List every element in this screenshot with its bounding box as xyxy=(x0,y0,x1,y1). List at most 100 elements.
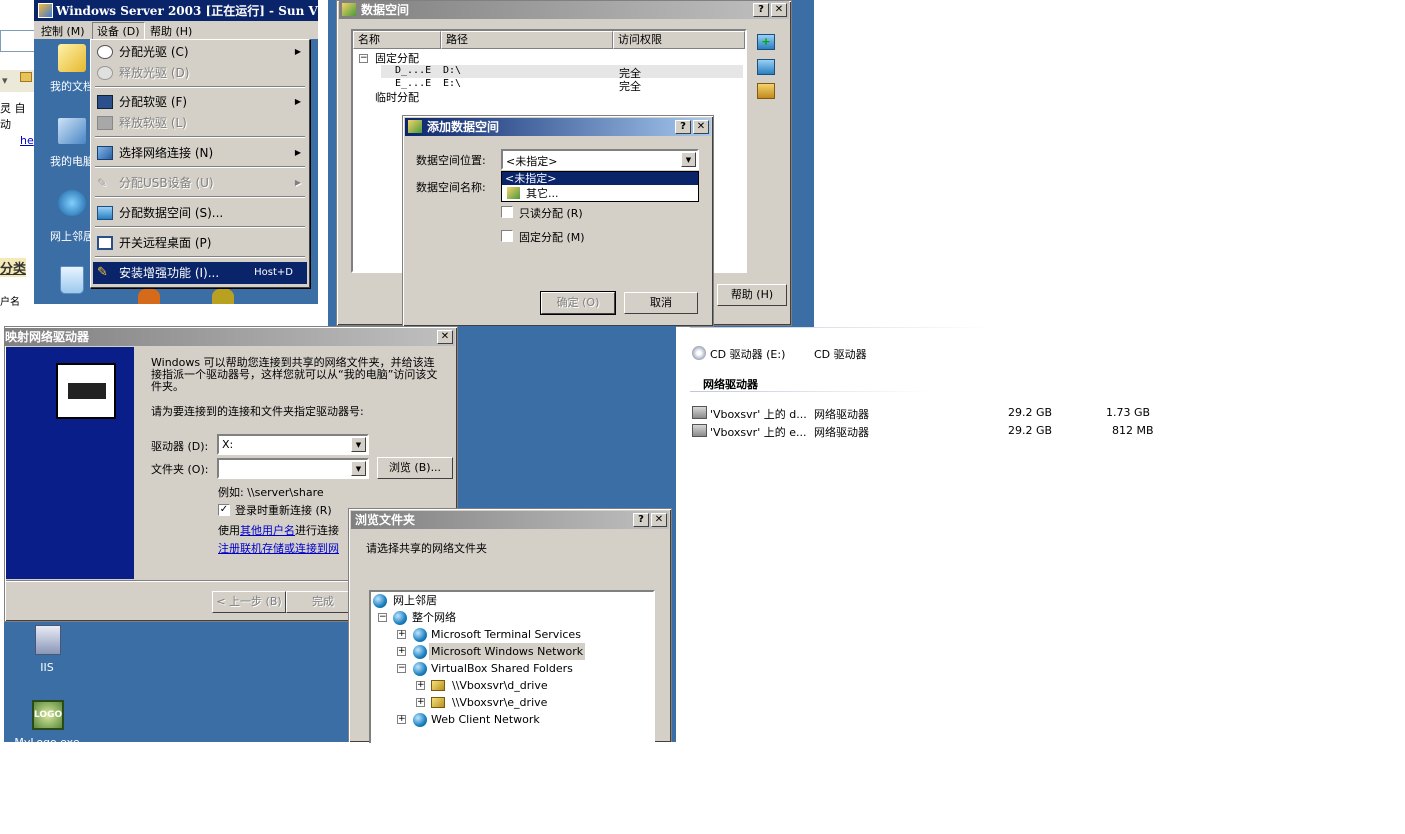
menu-help[interactable]: 帮助 (H) xyxy=(150,23,192,39)
iis-icon[interactable] xyxy=(35,625,61,655)
menu-item-usb[interactable]: ✎ 分配USB设备 (U) ▶ xyxy=(93,172,307,194)
vm-titlebar[interactable]: Windows Server 2003 [正在运行] - Sun V xyxy=(34,0,318,21)
group-fixed: 固定分配 xyxy=(375,52,419,65)
drive-free: 1.73 GB xyxy=(1106,406,1151,419)
menu-item-label: 分配数据空间 (S)... xyxy=(119,206,224,220)
menu-shortcut: Host+D xyxy=(254,267,293,278)
globe-icon xyxy=(413,628,427,642)
menu-item-assign-cd[interactable]: 分配光驱 (C) ▶ xyxy=(93,41,307,63)
use-other-text: 使用其他用户名进行连接 xyxy=(218,522,339,538)
readonly-checkbox[interactable] xyxy=(501,206,513,218)
vm-title: Windows Server 2003 [正在运行] - Sun V xyxy=(56,4,318,18)
drive-type: 网络驱动器 xyxy=(814,426,869,439)
help-button[interactable]: 帮助 (H) xyxy=(717,284,787,306)
folder-combo[interactable]: ▼ xyxy=(217,458,369,479)
tree-item-label: \\Vboxsvr\d_drive xyxy=(452,679,548,692)
menu-devices[interactable]: 设备 (D) xyxy=(92,22,145,40)
collapse-icon[interactable]: − xyxy=(378,613,387,622)
tree-item-label: 网上邻居 xyxy=(393,594,437,607)
browse-button[interactable]: 浏览 (B)... xyxy=(377,457,453,479)
menu-item-network[interactable]: 选择网络连接 (N) ▶ xyxy=(93,142,307,164)
use-other-suffix: 进行连接 xyxy=(295,524,339,537)
expand-icon[interactable]: + xyxy=(416,698,425,707)
example-text: 例如: \\server\share xyxy=(218,486,324,499)
menu-item-shared-folders[interactable]: 分配数据空间 (S)... xyxy=(93,202,307,224)
column-name[interactable]: 名称 xyxy=(353,31,441,49)
map-drive-titlebar[interactable]: 映射网络驱动器 ✕ xyxy=(5,328,455,346)
expand-icon[interactable]: + xyxy=(397,630,406,639)
help-title-button[interactable]: ? xyxy=(753,3,769,17)
folder-tree[interactable]: 网上邻居 − 整个网络 + Microsoft Terminal Service… xyxy=(369,590,655,743)
menu-control[interactable]: 控制 (M) xyxy=(41,23,85,39)
expand-icon[interactable]: + xyxy=(416,681,425,690)
drive-name: CD 驱动器 (E:) xyxy=(710,348,786,361)
expand-icon[interactable]: + xyxy=(397,715,406,724)
close-button[interactable]: ✕ xyxy=(771,3,787,17)
chevron-down-icon[interactable]: ▼ xyxy=(351,461,366,476)
drive-combo[interactable]: X: ▼ xyxy=(217,434,369,455)
menu-item-assign-floppy[interactable]: 分配软驱 (F) ▶ xyxy=(93,91,307,113)
menu-item-release-cd[interactable]: 释放光驱 (D) xyxy=(93,62,307,84)
collapse-icon[interactable]: − xyxy=(359,54,368,63)
drive-total: 29.2 GB xyxy=(1008,424,1053,437)
list-item[interactable]: 'Vboxsvr' 上的 e... 网络驱动器 29.2 GB 812 MB xyxy=(692,423,1192,439)
menu-item-label: 释放软驱 (L) xyxy=(119,116,187,130)
chevron-down-icon[interactable]: ▼ xyxy=(681,152,696,167)
column-access[interactable]: 访问权限 xyxy=(613,31,745,49)
collapse-icon[interactable]: − xyxy=(397,664,406,673)
add-share-titlebar[interactable]: 添加数据空间 ? ✕ xyxy=(405,118,711,136)
permanent-checkbox[interactable] xyxy=(501,230,513,242)
recycle-bin-icon[interactable] xyxy=(60,266,84,294)
help-title-button[interactable]: ? xyxy=(675,120,691,134)
chevron-down-icon[interactable]: ▼ xyxy=(351,437,366,452)
close-button[interactable]: ✕ xyxy=(437,330,453,344)
other-user-link[interactable]: 其他用户名 xyxy=(240,524,295,537)
close-button[interactable]: ✕ xyxy=(693,120,709,134)
virtualbox-icon xyxy=(38,3,53,18)
reconnect-checkbox[interactable]: ✓ xyxy=(218,504,230,516)
mylogo-icon[interactable]: LOGO xyxy=(32,700,64,730)
cancel-button[interactable]: 取消 xyxy=(624,292,698,314)
dialog-title: 浏览文件夹 xyxy=(355,513,416,527)
tree-item-label: Microsoft Windows Network xyxy=(429,643,586,660)
cd-icon xyxy=(97,66,113,80)
menu-item-remote-desktop[interactable]: 开关远程桌面 (P) xyxy=(93,232,307,254)
table-row[interactable]: D_...E D:\ 完全 xyxy=(381,65,743,80)
dropdown-option[interactable]: 其它... xyxy=(502,186,698,201)
tree-item-label: Web Client Network xyxy=(431,713,540,726)
back-button[interactable]: < 上一步 (B) xyxy=(212,591,286,613)
help-title-button[interactable]: ? xyxy=(633,513,649,527)
taskbar-app-icon-2[interactable] xyxy=(212,288,234,304)
list-item[interactable]: CD 驱动器 (E:) CD 驱动器 xyxy=(692,345,1212,361)
register-link[interactable]: 注册联机存储或连接到网 xyxy=(218,540,339,556)
network-places-icon[interactable] xyxy=(58,190,86,216)
shared-folders-titlebar[interactable]: 数据空间 ? ✕ xyxy=(339,1,789,19)
wizard-banner xyxy=(6,347,134,579)
iis-label: IIS xyxy=(40,661,54,674)
menu-item-guest-additions[interactable]: ✎ 安装增强功能 (I)... Host+D xyxy=(93,262,307,284)
browse-titlebar[interactable]: 浏览文件夹 ? ✕ xyxy=(351,511,669,529)
my-computer-icon[interactable] xyxy=(58,118,86,144)
fragment-link[interactable]: he xyxy=(20,134,34,147)
close-button[interactable]: ✕ xyxy=(651,513,667,527)
menu-item-release-floppy[interactable]: 释放软驱 (L) xyxy=(93,112,307,134)
submenu-arrow-icon: ▶ xyxy=(294,97,301,106)
ok-button[interactable]: 确定 (O) xyxy=(540,291,616,315)
column-path[interactable]: 路径 xyxy=(441,31,613,49)
location-combo[interactable]: <未指定> ▼ xyxy=(501,149,699,170)
taskbar-app-icon[interactable] xyxy=(138,288,160,304)
menu-separator xyxy=(95,256,305,258)
table-row[interactable]: E_...E E:\ 完全 xyxy=(381,78,743,93)
dropdown-option[interactable]: <未指定> xyxy=(502,172,698,185)
edit-folder-icon[interactable] xyxy=(757,59,775,75)
network-icon xyxy=(97,146,113,160)
add-folder-icon[interactable]: + xyxy=(757,34,775,50)
remove-folder-icon[interactable] xyxy=(757,83,775,99)
list-item[interactable]: 'Vboxsvr' 上的 d... 网络驱动器 29.2 GB 1.73 GB xyxy=(692,405,1192,421)
menu-separator xyxy=(95,86,305,88)
expand-icon[interactable]: + xyxy=(397,647,406,656)
my-documents-icon[interactable] xyxy=(58,44,86,72)
dropdown-option-label: 其它... xyxy=(526,187,559,200)
folder-label: 文件夹 (O): xyxy=(151,463,209,476)
left-fragment: ▾ 灵 自动 he 分类 户名 xyxy=(0,0,36,320)
